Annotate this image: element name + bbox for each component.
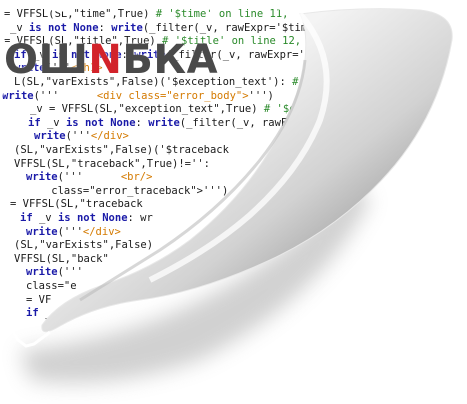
paper-curl — [10, 8, 453, 348]
torn-paper-illustration: = VFFSL(SL,"time",True) # '$time' on lin… — [0, 0, 467, 404]
